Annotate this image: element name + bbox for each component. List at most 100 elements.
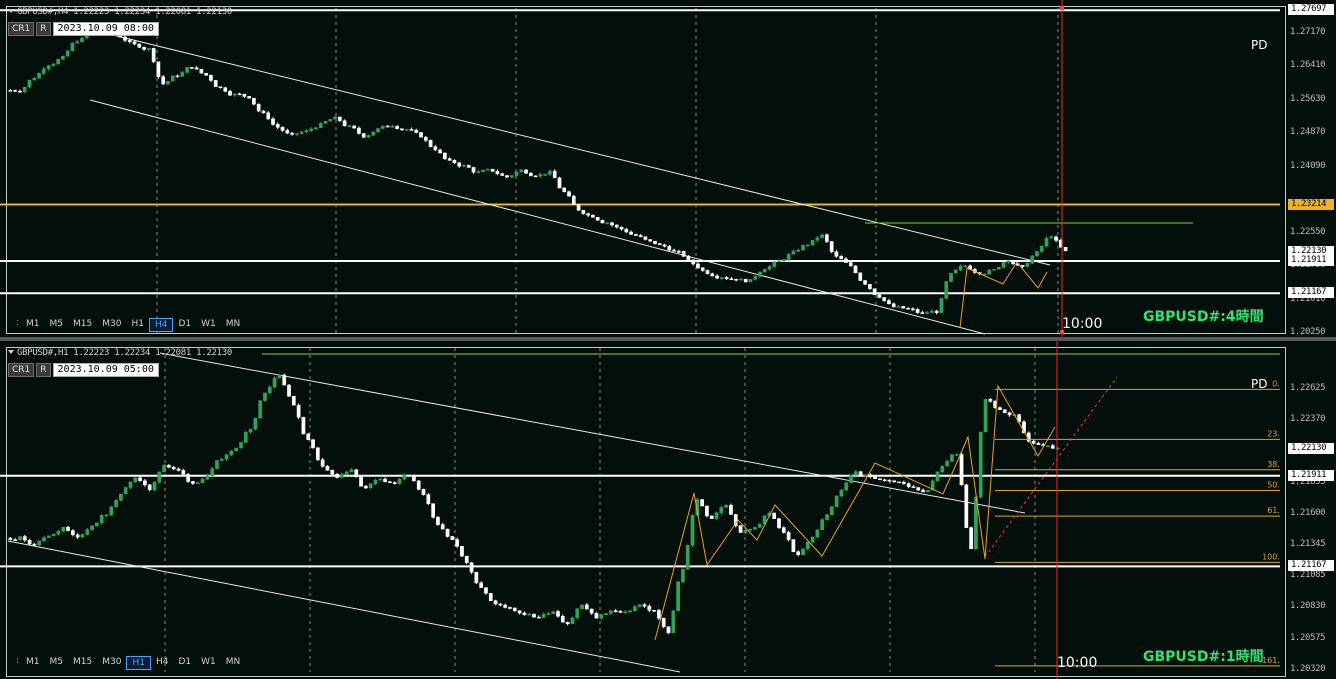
cr-button[interactable]: CR1	[8, 363, 35, 377]
candle	[80, 37, 84, 43]
r-button[interactable]: R	[36, 363, 51, 377]
candle	[987, 269, 992, 275]
timeframe-m1[interactable]: M1	[21, 318, 45, 330]
timeframe-m15[interactable]: M15	[68, 318, 97, 330]
candle	[277, 374, 282, 379]
timeframe-h4[interactable]: H4	[148, 318, 174, 332]
candle	[911, 484, 916, 489]
candle	[1007, 411, 1012, 417]
candle	[419, 132, 423, 138]
trend-channel-line[interactable]	[59, 21, 1051, 266]
timeframe-h4[interactable]: H4	[151, 656, 174, 668]
collapse-triangle-icon[interactable]	[8, 350, 14, 354]
candle	[982, 273, 987, 276]
candle	[786, 530, 791, 542]
candle	[916, 487, 921, 492]
time-line-handle-icon[interactable]	[1060, 6, 1064, 10]
candle	[436, 516, 440, 526]
timeframe-m30[interactable]: M30	[97, 318, 126, 330]
price-axis[interactable]: 1.22625 1.22370 1.21855 1.21600 1.21345 1.210…	[1288, 341, 1336, 679]
candle	[858, 272, 863, 281]
candle	[258, 400, 263, 419]
timeframe-m30[interactable]: M30	[97, 656, 126, 668]
price-tick: 1.22550	[1290, 227, 1326, 238]
candle	[805, 244, 810, 247]
timeframe-h1[interactable]: H1	[126, 656, 151, 670]
candle	[275, 122, 280, 130]
candle	[147, 47, 151, 52]
chart-pane-h1[interactable]: 0.0 23.6 38.2 50.0 61.8 100.0 161.8 GBPUSD#,H1…	[0, 341, 1336, 679]
candle	[114, 498, 118, 508]
timeframe-m5[interactable]: M5	[45, 318, 69, 330]
candle	[237, 92, 242, 96]
candle	[983, 398, 988, 433]
r-button[interactable]: R	[36, 22, 51, 36]
timeframe-mn[interactable]: MN	[221, 656, 246, 668]
candle	[953, 269, 958, 274]
chart-pane-h4[interactable]: GBPUSD#,H4 1.22223 1.22234 1.22081 1.221…	[0, 0, 1336, 339]
candle	[383, 477, 387, 483]
datetime-box[interactable]: 2023.10.09 08:00	[52, 22, 159, 36]
chart-title: GBPUSD#:4時間	[1143, 309, 1264, 325]
candle	[224, 453, 229, 461]
candle	[171, 465, 176, 471]
trend-channel-line[interactable]	[7, 540, 681, 673]
timeframe-m5[interactable]: M5	[45, 656, 69, 668]
timeframe-h1[interactable]: H1	[126, 318, 149, 330]
candle	[538, 172, 543, 178]
trend-channel-line[interactable]	[89, 99, 986, 335]
candle	[868, 283, 872, 291]
timeframe-d1[interactable]: D1	[173, 656, 196, 668]
candle	[85, 527, 90, 536]
candle	[853, 469, 858, 476]
candle	[248, 428, 253, 434]
candle	[719, 277, 724, 280]
candle	[532, 613, 536, 618]
candle	[388, 480, 392, 484]
candle	[604, 613, 608, 616]
candle	[618, 609, 623, 614]
candle	[133, 477, 138, 483]
candle	[219, 457, 224, 462]
collapse-triangle-icon[interactable]	[8, 9, 14, 13]
candle	[484, 587, 488, 595]
chart-canvas-h1[interactable]: 0.0 23.6 38.2 50.0 61.8 100.0 161.8	[0, 341, 1280, 679]
candle	[27, 79, 32, 89]
timeframe-bar-handle-icon: :	[16, 318, 20, 328]
timeframe-mn[interactable]: MN	[221, 318, 246, 330]
candle	[925, 310, 929, 315]
candle	[729, 503, 733, 515]
timeframe-d1[interactable]: D1	[173, 318, 196, 330]
timeframe-m1[interactable]: M1	[21, 656, 45, 668]
candle	[175, 74, 180, 78]
timeframe-m15[interactable]: M15	[68, 656, 97, 668]
candle	[306, 432, 311, 441]
candle	[357, 126, 361, 135]
candle	[825, 233, 829, 244]
price-tick: 1.21085	[1290, 570, 1326, 581]
timeframe-w1[interactable]: W1	[196, 318, 221, 330]
price-tick: 1.20830	[1290, 601, 1326, 612]
chart-canvas-h4[interactable]	[0, 0, 1280, 339]
candle	[314, 127, 318, 130]
datetime-box[interactable]: 2023.10.09 05:00	[52, 363, 159, 377]
candle	[589, 608, 594, 615]
cr-button[interactable]: CR1	[8, 22, 35, 36]
zigzag-line[interactable]	[959, 261, 1048, 329]
projection-line[interactable]	[984, 376, 1118, 558]
candle	[440, 522, 445, 530]
candle	[119, 493, 123, 502]
trend-channel-line[interactable]	[159, 352, 1026, 514]
candle	[51, 63, 56, 67]
candle	[906, 307, 910, 310]
candle	[930, 309, 934, 313]
timeframe-w1[interactable]: W1	[196, 656, 221, 668]
candle	[791, 249, 796, 255]
candle	[385, 125, 390, 128]
candle	[215, 460, 219, 470]
price-axis[interactable]: 1.27170 1.26410 1.25630 1.24870 1.24090 1.225…	[1288, 0, 1336, 339]
candle	[944, 280, 949, 300]
candle	[648, 239, 653, 242]
candle	[256, 103, 261, 113]
candle	[395, 125, 399, 130]
